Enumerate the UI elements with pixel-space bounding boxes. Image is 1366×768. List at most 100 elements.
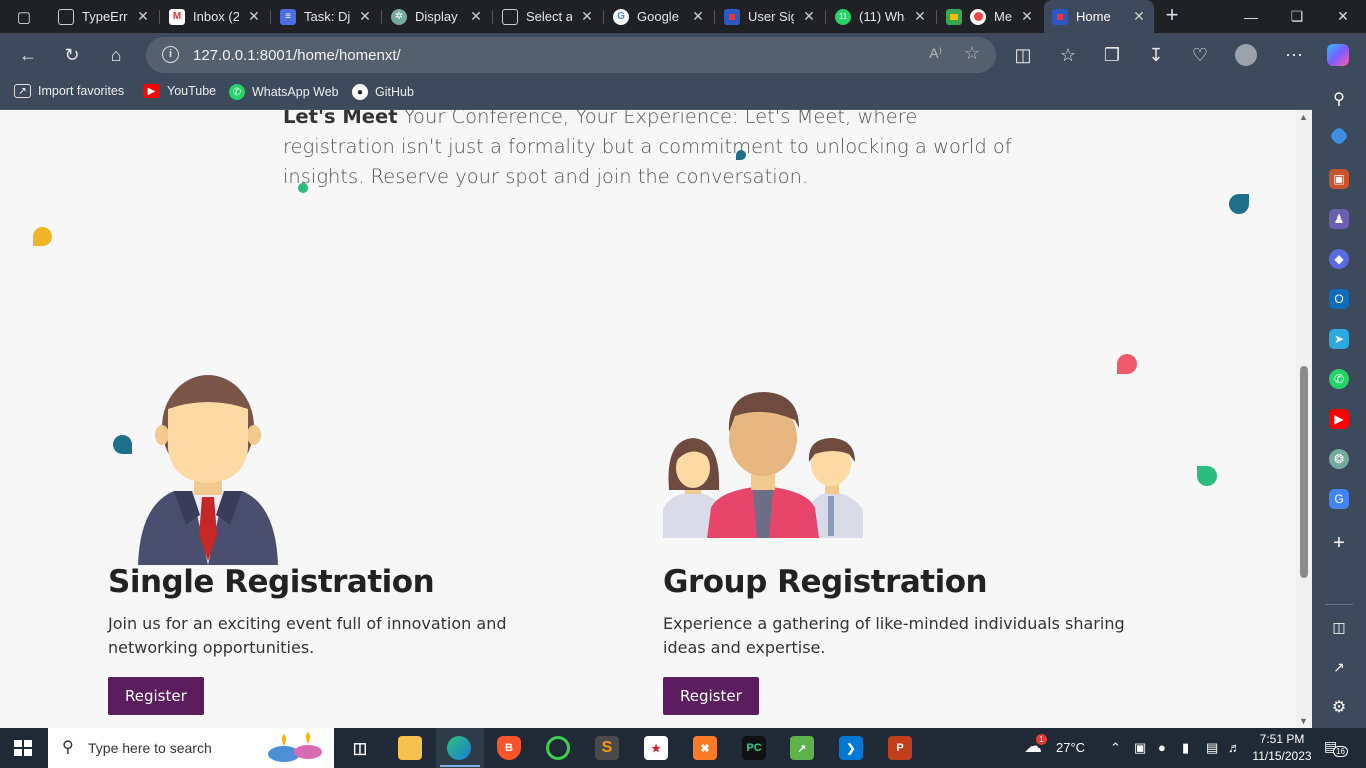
- tab-whatsapp[interactable]: 11 (11) Wha ✕: [827, 0, 935, 33]
- minimize-button[interactable]: —: [1228, 0, 1274, 33]
- site-icon: [1052, 8, 1068, 25]
- microphone-icon[interactable]: ●: [1158, 740, 1166, 755]
- sidebar-settings-icon[interactable]: ⚙: [1329, 697, 1349, 717]
- sublime-text-icon[interactable]: S: [595, 736, 619, 760]
- single-register-button[interactable]: Register: [108, 677, 204, 715]
- split-screen-icon[interactable]: ◫: [1009, 42, 1037, 68]
- add-sidebar-app-icon[interactable]: +: [1329, 532, 1349, 554]
- close-icon[interactable]: ✕: [1020, 8, 1034, 25]
- group-register-button[interactable]: Register: [663, 677, 759, 715]
- youtube-icon: ▶: [143, 84, 160, 98]
- bookmark-youtube[interactable]: ▶ YouTube: [143, 84, 216, 98]
- chatgpt-icon[interactable]: ❂: [1329, 449, 1349, 469]
- read-aloud-icon[interactable]: A⁾: [929, 45, 942, 62]
- tab-user-signup[interactable]: User Sig ✕: [716, 0, 824, 33]
- favorites-icon[interactable]: ☆: [1054, 42, 1082, 68]
- external-link-icon[interactable]: ↗: [1329, 657, 1349, 677]
- back-button[interactable]: ←: [14, 42, 42, 68]
- page-scrollbar[interactable]: ▲ ▼: [1296, 110, 1312, 728]
- downloads-icon[interactable]: ↧: [1142, 42, 1170, 68]
- decor-blob: [113, 435, 132, 454]
- chart-app-icon[interactable]: ↗: [790, 736, 814, 760]
- search-icon[interactable]: ⚲: [1329, 89, 1349, 109]
- tab-google[interactable]: G Google ✕: [605, 0, 713, 33]
- hide-sidebar-icon[interactable]: ◫: [1329, 617, 1349, 637]
- translate-icon[interactable]: G: [1329, 489, 1349, 509]
- url-text[interactable]: 127.0.0.1:8001/home/homenxt/: [193, 47, 401, 64]
- close-icon[interactable]: ✕: [469, 8, 483, 25]
- pycharm-icon[interactable]: PC: [742, 736, 766, 760]
- profile-avatar[interactable]: [1232, 42, 1260, 68]
- xampp-icon[interactable]: ✖: [693, 736, 717, 760]
- task-view-icon[interactable]: ◫: [348, 736, 372, 760]
- close-window-button[interactable]: ✕: [1320, 0, 1366, 33]
- close-icon[interactable]: ✕: [691, 8, 705, 25]
- whatsapp-icon[interactable]: ✆: [1329, 369, 1349, 389]
- tag-icon[interactable]: [1329, 126, 1349, 146]
- scroll-down-icon[interactable]: ▼: [1299, 716, 1308, 726]
- close-icon[interactable]: ✕: [358, 8, 372, 25]
- collections-icon[interactable]: ❐: [1098, 42, 1126, 68]
- meet-icon: [946, 8, 962, 25]
- active-indicator: [440, 765, 480, 767]
- mysql-workbench-icon[interactable]: ★: [644, 736, 668, 760]
- close-icon[interactable]: ✕: [1132, 8, 1146, 25]
- close-icon[interactable]: ✕: [247, 8, 261, 25]
- businessman-illustration: [138, 375, 278, 565]
- vscode-icon[interactable]: ❯: [839, 736, 863, 760]
- clock-time: 7:51 PM: [1259, 732, 1305, 746]
- scrollbar-thumb[interactable]: [1300, 366, 1308, 578]
- network-icon[interactable]: ▤: [1206, 740, 1218, 756]
- tab-task[interactable]: ≡ Task: Dja ✕: [272, 0, 380, 33]
- refresh-button[interactable]: ↻: [58, 42, 86, 68]
- bookmark-github[interactable]: ● GitHub: [352, 84, 414, 100]
- chevron-up-icon[interactable]: ⌃: [1110, 740, 1121, 756]
- site-info-icon[interactable]: i: [162, 46, 179, 63]
- close-icon[interactable]: ✕: [136, 8, 150, 25]
- bookmark-whatsapp-web[interactable]: ✆ WhatsApp Web: [229, 84, 339, 100]
- clock[interactable]: 7:51 PM 11/15/2023: [1251, 731, 1313, 765]
- file-explorer-icon[interactable]: [398, 736, 422, 760]
- app-circle-icon[interactable]: [546, 736, 570, 760]
- outlook-icon[interactable]: O: [1329, 289, 1349, 309]
- home-button[interactable]: ⌂: [102, 42, 130, 68]
- volume-icon[interactable]: ♬: [1228, 740, 1241, 755]
- bookmark-import-favorites[interactable]: ↗ Import favorites: [14, 84, 124, 98]
- weather-temperature[interactable]: 27°C: [1056, 740, 1085, 755]
- performance-icon[interactable]: ♡: [1186, 42, 1214, 68]
- games-icon[interactable]: ♟: [1329, 209, 1349, 229]
- close-icon[interactable]: ✕: [913, 8, 927, 25]
- page-content: Let's Meet Your Conference, Your Experie…: [0, 110, 1296, 728]
- meet-now-icon[interactable]: ▣: [1134, 740, 1146, 756]
- tools-icon[interactable]: ▣: [1329, 169, 1349, 189]
- tab-strip: ▢ TypeErro ✕ M Inbox (2, ✕ ≡ Task: Dja ✕…: [0, 0, 1366, 33]
- notification-center-icon[interactable]: ▤ 16: [1324, 738, 1348, 757]
- youtube-icon[interactable]: ▶: [1329, 409, 1349, 429]
- tab-select[interactable]: Select at ✕: [494, 0, 602, 33]
- start-button[interactable]: [14, 740, 32, 756]
- tab-display[interactable]: ✲ Display A ✕: [383, 0, 491, 33]
- close-icon[interactable]: ✕: [802, 8, 816, 25]
- copilot-icon[interactable]: [1324, 42, 1352, 68]
- powerpoint-icon[interactable]: P: [888, 736, 912, 760]
- favorite-star-icon[interactable]: ☆: [964, 43, 980, 64]
- address-bar[interactable]: i 127.0.0.1:8001/home/homenxt/ A⁾ ☆: [146, 37, 996, 73]
- tab-meet[interactable]: Me ✕: [938, 0, 1042, 33]
- brave-icon[interactable]: B: [497, 736, 521, 760]
- taskbar-search[interactable]: ⚲ Type here to search: [48, 728, 334, 768]
- microsoft365-icon[interactable]: ◆: [1329, 249, 1349, 269]
- tab-inbox[interactable]: M Inbox (2, ✕: [161, 0, 269, 33]
- clock-date: 11/15/2023: [1252, 749, 1312, 763]
- new-tab-button[interactable]: +: [1160, 4, 1184, 28]
- send-icon[interactable]: ➤: [1329, 329, 1349, 349]
- tab-typeerror[interactable]: TypeErro ✕: [50, 0, 158, 33]
- settings-more-icon[interactable]: ⋯: [1280, 42, 1308, 68]
- edge-icon[interactable]: [447, 736, 471, 760]
- tab-home[interactable]: Home ✕: [1044, 0, 1154, 33]
- scroll-up-icon[interactable]: ▲: [1299, 112, 1308, 122]
- group-registration-title: Group Registration: [663, 564, 988, 600]
- close-icon[interactable]: ✕: [580, 8, 594, 25]
- restore-button[interactable]: ❏: [1274, 0, 1320, 33]
- tab-actions-icon[interactable]: ▢: [10, 7, 38, 27]
- battery-icon[interactable]: ▮: [1182, 740, 1189, 756]
